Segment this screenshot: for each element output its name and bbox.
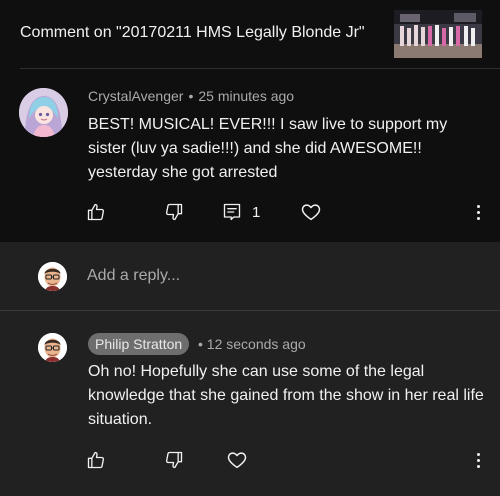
thumbs-down-icon [164,202,184,222]
thumbs-down-icon [164,450,184,470]
thumbs-up-icon [86,450,106,470]
heart-button[interactable] [300,199,322,225]
comment: CrystalAvenger • 25 minutes ago BEST! MUSI… [0,69,500,242]
reply-meta: • 12 seconds ago [198,336,306,352]
comment-text: BEST! MUSICAL! EVER!!! I saw live to sup… [88,116,448,181]
more-dot-icon [476,204,480,208]
meta-separator: • [198,336,203,352]
more-dot-icon [476,464,480,468]
reply-count: 1 [252,203,261,221]
comment-author[interactable]: CrystalAvenger [88,88,183,104]
comment-time: 25 minutes ago [198,88,295,104]
like-button[interactable] [86,447,106,473]
more-dot-icon [476,458,480,462]
video-thumbnail[interactable] [394,10,482,58]
add-reply-bar[interactable]: Add a reply... [0,242,500,310]
avatar[interactable] [38,333,67,362]
reply-time: 12 seconds ago [206,336,306,352]
reply-text: Oh no! Hopefully she can use some of the… [88,363,484,428]
comment-actions: 1 [0,199,500,229]
dislike-button[interactable] [164,199,184,225]
like-button[interactable] [86,199,106,225]
heart-button[interactable] [226,447,248,473]
comment-icon [222,202,242,222]
current-user-avatar [38,262,67,291]
add-reply-input[interactable]: Add a reply... [87,267,180,285]
replies-button[interactable]: 1 [222,199,260,225]
heart-icon [226,449,248,471]
page-header: Comment on "20170211 HMS Legally Blonde … [0,0,500,68]
more-dot-icon [476,452,480,456]
reply: Philip Stratton • 12 seconds ago Oh no! … [0,311,500,496]
more-dot-icon [476,216,480,220]
dislike-button[interactable] [164,447,184,473]
comment-meta: CrystalAvenger • 25 minutes ago [88,88,294,104]
more-options-button[interactable] [470,199,486,225]
avatar[interactable] [19,88,68,137]
more-dot-icon [476,210,480,214]
meta-separator: • [188,88,194,104]
more-options-button[interactable] [470,447,486,473]
page-title: Comment on "20170211 HMS Legally Blonde … [20,24,365,41]
thumbs-up-icon [86,202,106,222]
reply-actions [0,447,500,477]
reply-author-chip[interactable]: Philip Stratton [88,333,190,355]
heart-icon [300,201,322,223]
